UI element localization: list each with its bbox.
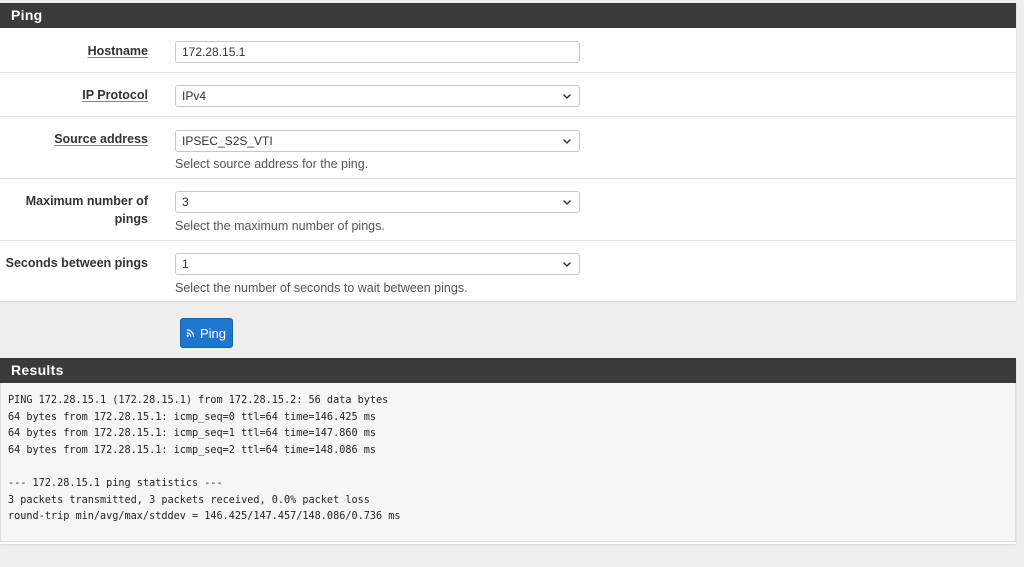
max-pings-label: Maximum number of pings	[8, 192, 148, 228]
hostname-input[interactable]	[175, 41, 580, 63]
max-pings-label-line2: pings	[114, 212, 148, 226]
results-line: 64 bytes from 172.28.15.1: icmp_seq=0 tt…	[8, 411, 377, 423]
results-line: 64 bytes from 172.28.15.1: icmp_seq=2 tt…	[8, 444, 377, 456]
seconds-between-row: Seconds between pings 1 Select the numbe…	[0, 241, 1016, 302]
rss-icon	[186, 329, 195, 337]
source-address-label[interactable]: Source address	[8, 130, 148, 148]
max-pings-help: Select the maximum number of pings.	[175, 219, 385, 233]
source-address-help: Select source address for the ping.	[175, 157, 369, 171]
results-output: PING 172.28.15.1 (172.28.15.1) from 172.…	[0, 383, 1016, 542]
results-line: round-trip min/avg/max/stddev = 146.425/…	[8, 511, 401, 523]
hostname-row: Hostname	[0, 28, 1016, 73]
results-line: --- 172.28.15.1 ping statistics ---	[8, 477, 223, 489]
max-pings-row: Maximum number of pings 3 Select the max…	[0, 179, 1016, 241]
max-pings-label-line1: Maximum number of	[25, 194, 148, 208]
results-line: 3 packets transmitted, 3 packets receive…	[8, 494, 370, 506]
max-pings-select[interactable]: 3	[175, 191, 580, 213]
seconds-between-select[interactable]: 1	[175, 253, 580, 275]
ip-protocol-select[interactable]: IPv4	[175, 85, 580, 107]
hostname-label[interactable]: Hostname	[8, 42, 148, 60]
results-panel: Results PING 172.28.15.1 (172.28.15.1) f…	[0, 358, 1016, 544]
seconds-between-value: 1	[182, 257, 189, 271]
source-address-row: Source address IPSEC_S2S_VTI Select sour…	[0, 117, 1016, 179]
ip-protocol-label[interactable]: IP Protocol	[8, 86, 148, 104]
source-address-select[interactable]: IPSEC_S2S_VTI	[175, 130, 580, 152]
ping-panel-title: Ping	[0, 3, 1016, 28]
results-line: PING 172.28.15.1 (172.28.15.1) from 172.…	[8, 395, 389, 406]
ping-panel: Ping Hostname IP Protocol IPv4 Source ad…	[0, 3, 1016, 301]
chevron-down-icon	[563, 94, 571, 99]
ping-button-label: Ping	[199, 325, 226, 341]
results-line: 64 bytes from 172.28.15.1: icmp_seq=1 tt…	[8, 428, 377, 440]
ip-protocol-row: IP Protocol IPv4	[0, 73, 1016, 117]
seconds-between-help: Select the number of seconds to wait bet…	[175, 281, 468, 295]
max-pings-value: 3	[182, 195, 189, 209]
chevron-down-icon	[563, 200, 571, 205]
ping-button[interactable]: Ping	[180, 318, 233, 348]
seconds-between-label: Seconds between pings	[5, 256, 148, 270]
results-panel-title: Results	[0, 358, 1016, 383]
results-text: PING 172.28.15.1 (172.28.15.1) from 172.…	[8, 393, 1008, 526]
ip-protocol-value: IPv4	[182, 89, 207, 103]
chevron-down-icon	[563, 262, 571, 267]
chevron-down-icon	[563, 139, 571, 144]
source-address-value: IPSEC_S2S_VTI	[182, 134, 273, 148]
